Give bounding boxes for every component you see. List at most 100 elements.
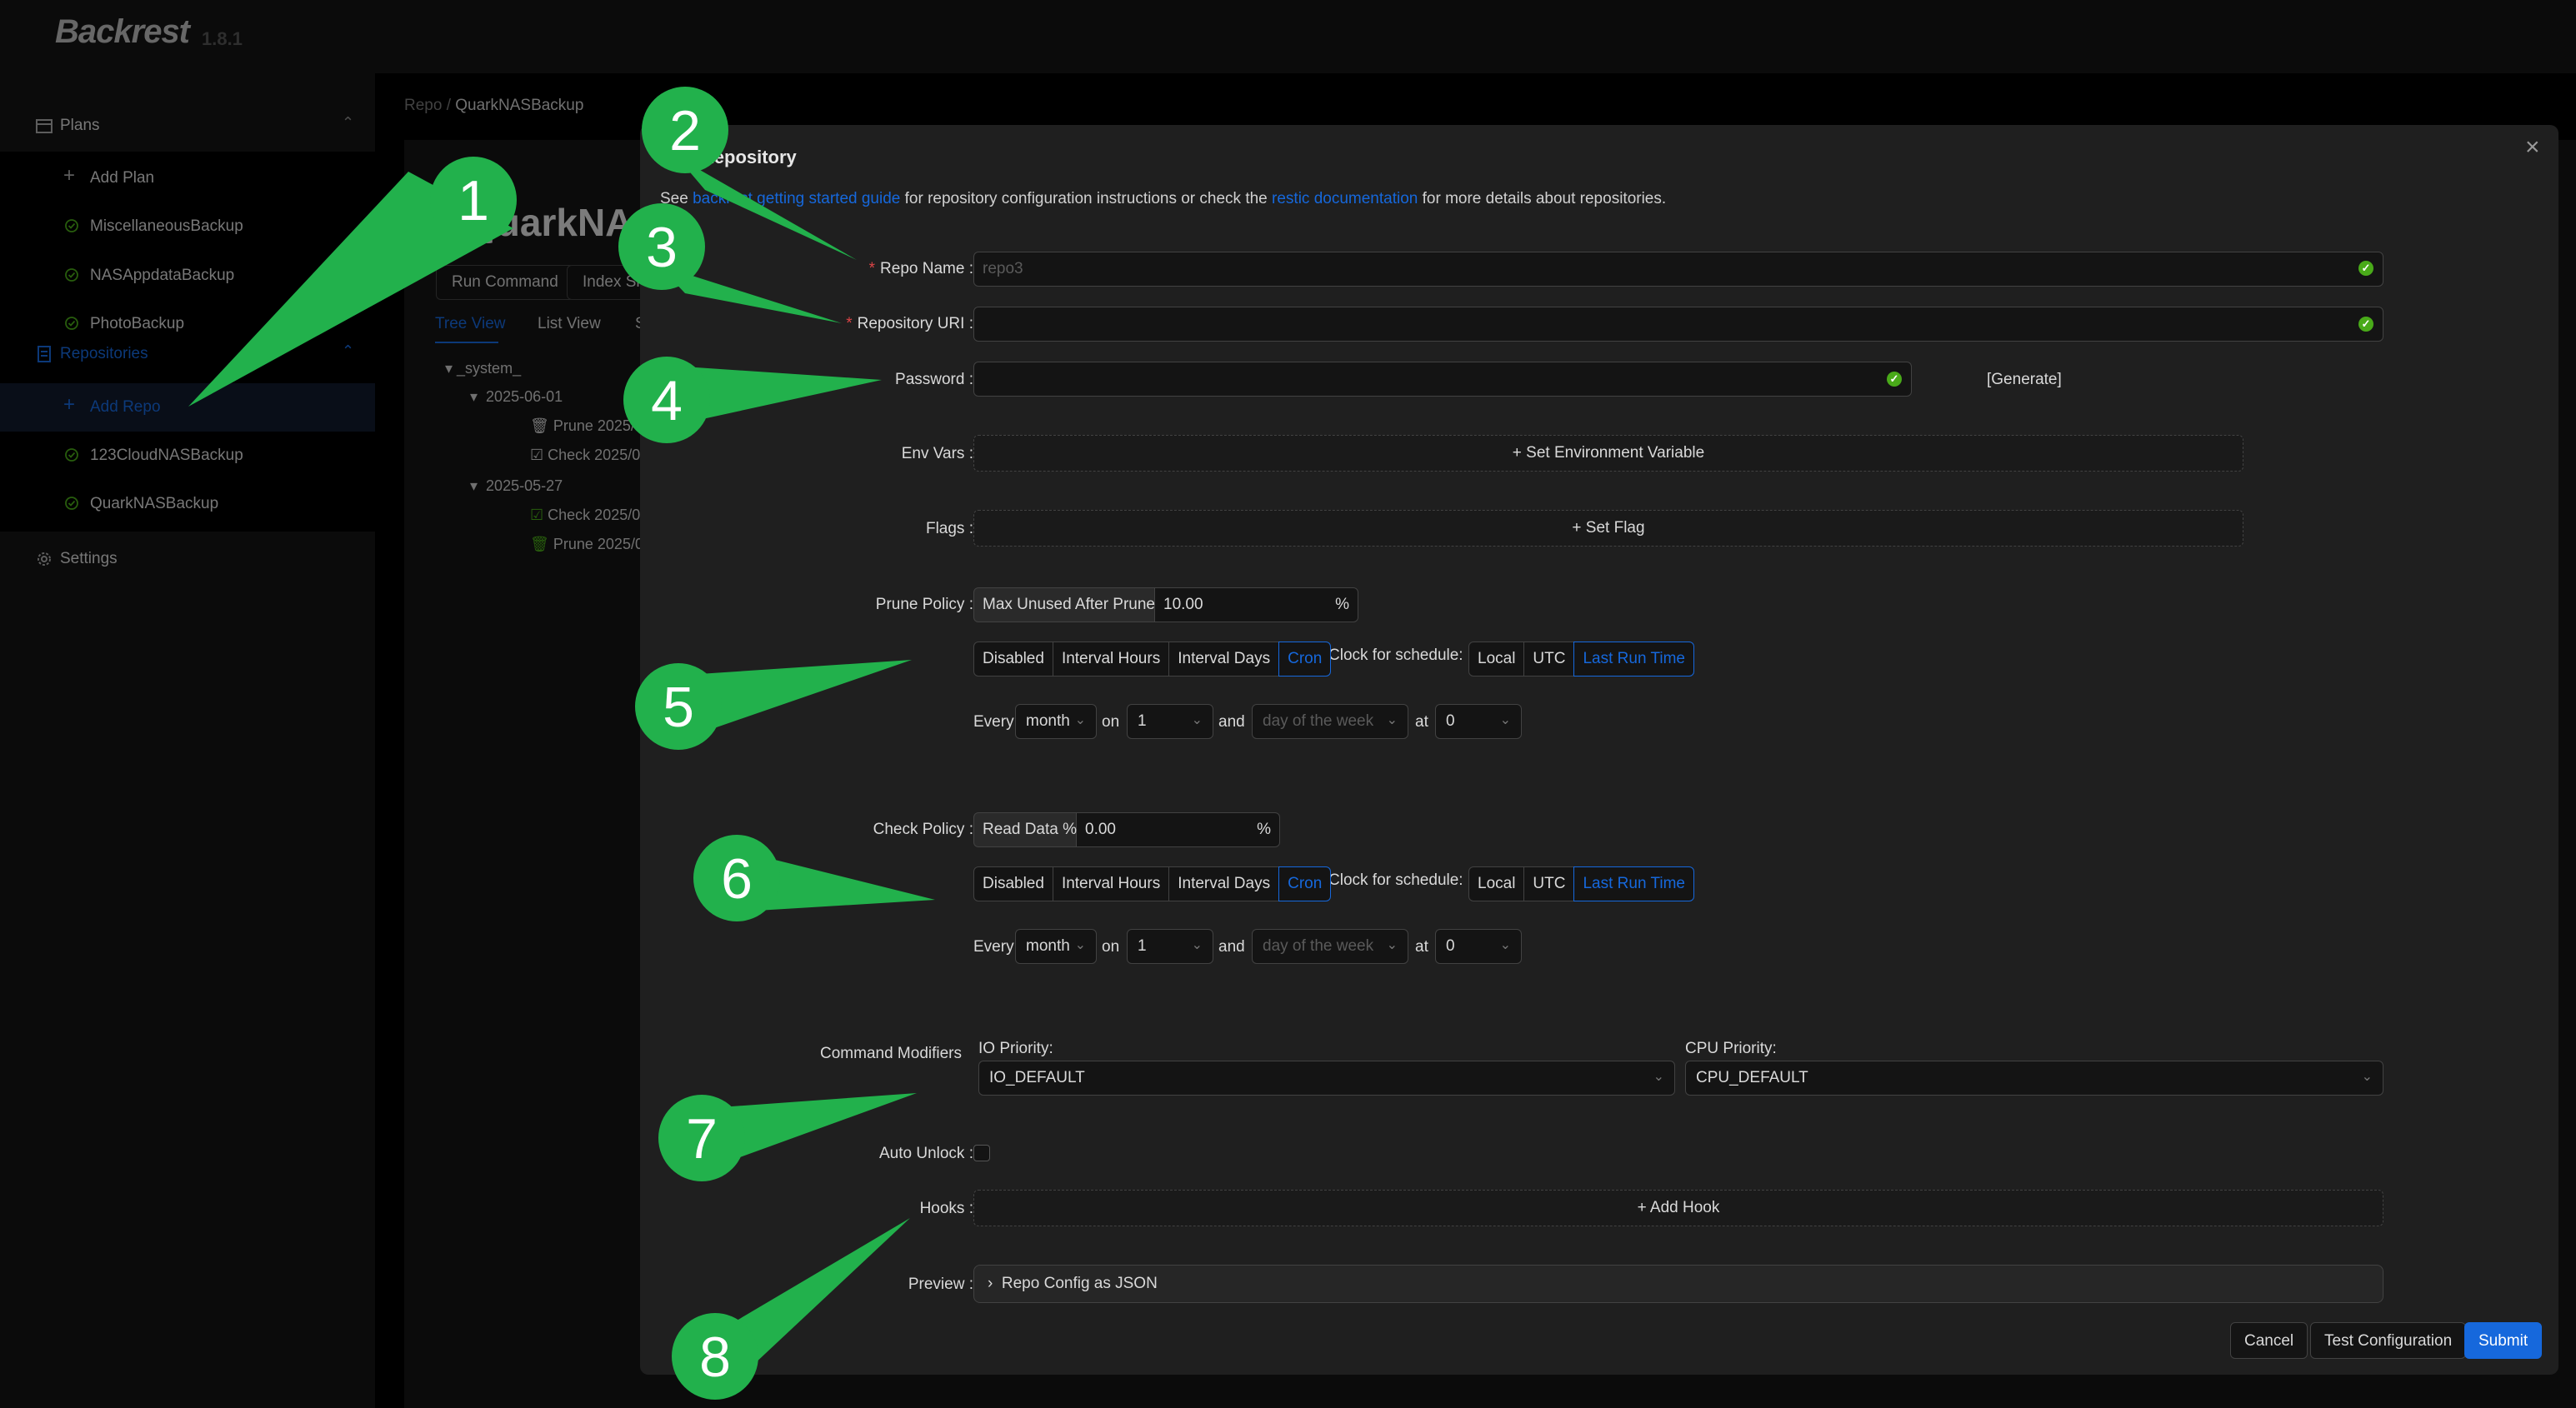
repository-uri-input[interactable] bbox=[973, 307, 2383, 342]
hour-value: 0 bbox=[1446, 937, 1455, 955]
clock-local[interactable]: Local bbox=[1468, 866, 1525, 901]
prune-addon: Max Unused After Prune bbox=[973, 587, 1155, 622]
cancel-button[interactable]: Cancel bbox=[2230, 1322, 2308, 1359]
day-value: 1 bbox=[1138, 712, 1147, 730]
generate-password-link[interactable]: [Generate] bbox=[1987, 371, 2062, 389]
mode-interval-days[interactable]: Interval Days bbox=[1168, 642, 1280, 677]
mode-interval-hours[interactable]: Interval Hours bbox=[1052, 642, 1170, 677]
hour-select[interactable]: 0 ⌄ bbox=[1435, 929, 1522, 964]
restic-docs-link[interactable]: restic documentation bbox=[1272, 190, 1418, 207]
and-label: and bbox=[1218, 713, 1245, 731]
valid-check-icon: ✓ bbox=[1887, 372, 1902, 387]
chevron-down-icon: ⌄ bbox=[1499, 938, 1511, 952]
mode-interval-hours[interactable]: Interval Hours bbox=[1052, 866, 1170, 901]
mode-disabled[interactable]: Disabled bbox=[973, 866, 1053, 901]
label-text: Hooks bbox=[919, 1200, 965, 1217]
clock-utc[interactable]: UTC bbox=[1523, 866, 1575, 901]
io-priority-select[interactable]: IO_DEFAULT ⌄ bbox=[978, 1061, 1675, 1096]
max-unused-value: 10.00 bbox=[1163, 596, 1203, 613]
period-value: month bbox=[1026, 937, 1070, 955]
clock-last-run-time[interactable]: Last Run Time bbox=[1573, 866, 1694, 901]
day-select[interactable]: 1 ⌄ bbox=[1127, 929, 1213, 964]
submit-button[interactable]: Submit bbox=[2464, 1322, 2543, 1359]
chevron-right-icon: › bbox=[988, 1275, 993, 1292]
at-label: at bbox=[1415, 713, 1428, 731]
label-text: Repository URI bbox=[857, 315, 965, 332]
weekday-select[interactable]: day of the week ⌄ bbox=[1252, 704, 1408, 739]
repo-name-label: * Repo Name : bbox=[868, 260, 973, 277]
label-text: Preview bbox=[908, 1276, 965, 1293]
set-env-var-button[interactable]: + Set Environment Variable bbox=[973, 435, 2243, 472]
clock-utc[interactable]: UTC bbox=[1523, 642, 1575, 677]
repo-config-json-panel[interactable]: › Repo Config as JSON bbox=[973, 1265, 2383, 1303]
label-text: Auto Unlock bbox=[878, 1145, 965, 1162]
preview-label: Preview : bbox=[908, 1276, 973, 1293]
period-value: month bbox=[1026, 712, 1070, 730]
io-priority-label: IO Priority: bbox=[978, 1040, 1053, 1057]
read-data-value: 0.00 bbox=[1085, 821, 1116, 838]
label-text: Check Policy bbox=[873, 821, 965, 838]
period-select[interactable]: month ⌄ bbox=[1015, 704, 1097, 739]
on-label: on bbox=[1102, 713, 1120, 731]
clock-label: Clock for schedule: bbox=[1328, 647, 1463, 664]
set-flag-button[interactable]: + Set Flag bbox=[973, 510, 2243, 547]
io-priority-value: IO_DEFAULT bbox=[989, 1069, 1085, 1086]
chevron-down-icon: ⌄ bbox=[1499, 713, 1511, 727]
flags-label: Flags : bbox=[925, 520, 973, 537]
percent-unit: % bbox=[1335, 596, 1349, 613]
every-label: Every bbox=[973, 713, 1014, 731]
prune-clock-select: Local UTC Last Run Time bbox=[1468, 642, 1694, 677]
cpu-priority-label: CPU Priority: bbox=[1685, 1040, 1777, 1057]
add-hook-button[interactable]: + Add Hook bbox=[973, 1190, 2383, 1226]
mode-disabled[interactable]: Disabled bbox=[973, 642, 1053, 677]
preview-text: Repo Config as JSON bbox=[1001, 1275, 1158, 1292]
weekday-placeholder: day of the week bbox=[1263, 937, 1374, 955]
mode-cron[interactable]: Cron bbox=[1278, 642, 1332, 677]
hooks-label: Hooks : bbox=[919, 1200, 973, 1217]
repo-name-placeholder: repo3 bbox=[983, 260, 1023, 277]
chevron-down-icon: ⌄ bbox=[1074, 713, 1086, 727]
auto-unlock-label: Auto Unlock : bbox=[878, 1145, 973, 1162]
auto-unlock-checkbox[interactable] bbox=[973, 1145, 990, 1161]
every-label: Every bbox=[973, 938, 1014, 956]
test-configuration-button[interactable]: Test Configuration bbox=[2310, 1322, 2467, 1359]
check-schedule-mode: Disabled Interval Hours Interval Days Cr… bbox=[973, 866, 1332, 901]
chevron-down-icon: ⌄ bbox=[1386, 713, 1398, 727]
max-unused-input[interactable]: 10.00% bbox=[1155, 587, 1358, 622]
label-text: Repo Name bbox=[880, 260, 965, 277]
close-icon[interactable]: × bbox=[2525, 133, 2540, 162]
modal-intro: See backrest getting started guide for r… bbox=[660, 190, 1666, 208]
required-mark: * bbox=[846, 315, 853, 332]
day-select[interactable]: 1 ⌄ bbox=[1127, 704, 1213, 739]
weekday-select[interactable]: day of the week ⌄ bbox=[1252, 929, 1408, 964]
intro-text: See bbox=[660, 190, 693, 207]
chevron-down-icon: ⌄ bbox=[2361, 1070, 2373, 1084]
clock-local[interactable]: Local bbox=[1468, 642, 1525, 677]
on-label: on bbox=[1102, 938, 1120, 956]
intro-text: for more details about repositories. bbox=[1418, 190, 1667, 207]
check-addon: Read Data % bbox=[973, 812, 1077, 847]
password-label: Password : bbox=[895, 371, 973, 388]
intro-text: for repository configuration instruction… bbox=[900, 190, 1273, 207]
command-modifiers-label: Command Modifiers bbox=[820, 1045, 962, 1062]
chevron-down-icon: ⌄ bbox=[1191, 938, 1203, 952]
required-mark: * bbox=[868, 260, 876, 277]
prune-policy-label: Prune Policy : bbox=[875, 596, 973, 613]
hour-value: 0 bbox=[1446, 712, 1455, 730]
read-data-input[interactable]: 0.00% bbox=[1077, 812, 1280, 847]
period-select[interactable]: month ⌄ bbox=[1015, 929, 1097, 964]
repo-name-input[interactable]: repo3 bbox=[973, 252, 2383, 287]
clock-last-run-time[interactable]: Last Run Time bbox=[1573, 642, 1694, 677]
mode-cron[interactable]: Cron bbox=[1278, 866, 1332, 901]
mode-interval-days[interactable]: Interval Days bbox=[1168, 866, 1280, 901]
hour-select[interactable]: 0 ⌄ bbox=[1435, 704, 1522, 739]
repository-uri-label: * Repository URI : bbox=[846, 315, 973, 332]
getting-started-link[interactable]: backrest getting started guide bbox=[693, 190, 900, 207]
percent-unit: % bbox=[1257, 821, 1271, 838]
chevron-down-icon: ⌄ bbox=[1653, 1070, 1664, 1084]
and-label: and bbox=[1218, 938, 1245, 956]
cpu-priority-select[interactable]: CPU_DEFAULT ⌄ bbox=[1685, 1061, 2383, 1096]
password-input[interactable] bbox=[973, 362, 1912, 397]
check-policy-label: Check Policy : bbox=[873, 821, 973, 838]
chevron-down-icon: ⌄ bbox=[1386, 938, 1398, 952]
